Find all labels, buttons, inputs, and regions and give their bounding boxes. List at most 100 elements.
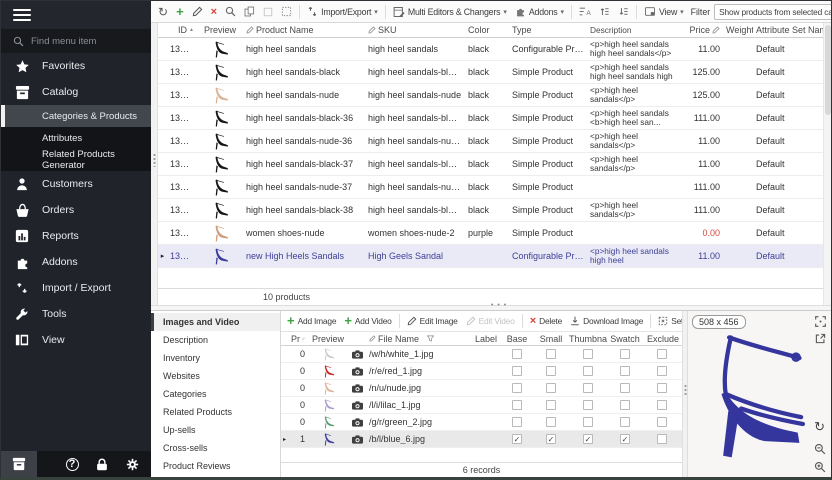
thumbnail-checkbox[interactable]: ✓ bbox=[583, 434, 593, 444]
col-color[interactable]: Color bbox=[465, 25, 509, 35]
import-export-button[interactable]: Import/Export▾ bbox=[304, 4, 381, 19]
col-price[interactable]: Price bbox=[679, 25, 723, 35]
detail-tab[interactable]: Websites bbox=[151, 367, 280, 385]
view-button[interactable]: View▾ bbox=[641, 4, 687, 19]
catalog-submenu-item[interactable]: Related Products Generator bbox=[1, 149, 151, 171]
thumbnail-checkbox[interactable] bbox=[583, 366, 593, 376]
col-description[interactable]: Description bbox=[587, 26, 679, 35]
refresh-button[interactable]: ↻ bbox=[155, 5, 171, 19]
product-row[interactable]: 13738 high heel sandals-black-37 high he… bbox=[158, 153, 823, 176]
lock-icon[interactable] bbox=[87, 451, 117, 477]
product-row[interactable]: 13736 high heel sandals-black-36 high he… bbox=[158, 107, 823, 130]
col-attribute-set[interactable]: Attribute Set Name bbox=[753, 25, 823, 35]
image-row[interactable]: 0 /l/i/lilac_1.jpg bbox=[281, 397, 682, 414]
sidebar-item-view[interactable]: View bbox=[1, 327, 151, 353]
swatch-checkbox[interactable]: ✓ bbox=[620, 434, 630, 444]
grid-left-splitter[interactable] bbox=[151, 23, 158, 305]
detail-tab[interactable]: Cross-sells bbox=[151, 439, 280, 457]
delete-image-button[interactable]: ×Delete bbox=[527, 314, 565, 328]
image-row[interactable]: 0 /g/r/green_2.jpg bbox=[281, 414, 682, 431]
sidebar-item-catalog[interactable]: Catalog bbox=[1, 79, 151, 105]
collapse-rows-button[interactable] bbox=[615, 4, 632, 19]
menu-search-input[interactable] bbox=[31, 36, 131, 47]
sidebar-item-favorites[interactable]: Favorites bbox=[1, 53, 151, 79]
product-row[interactable]: 13739 high heel sandals-nude-37 high hee… bbox=[158, 176, 823, 199]
image-row[interactable]: ▸ 1 /b/l/blue_6.jpg ✓ ✓ bbox=[281, 431, 682, 448]
sidebar-item-customers[interactable]: Customers bbox=[1, 171, 151, 197]
catalog-submenu-item[interactable]: Attributes bbox=[1, 127, 151, 149]
small-checkbox[interactable] bbox=[546, 366, 556, 376]
image-row[interactable]: 0 /r/e/red_1.jpg bbox=[281, 363, 682, 380]
sidebar-item-orders[interactable]: Orders bbox=[1, 197, 151, 223]
exclude-checkbox[interactable] bbox=[657, 434, 667, 444]
menu-icon[interactable] bbox=[13, 6, 31, 24]
set-resize-rule-button[interactable]: Set Resize Rule bbox=[655, 314, 682, 328]
col-weight[interactable]: Weight bbox=[723, 25, 753, 35]
help-icon[interactable]: ? bbox=[57, 451, 87, 477]
image-row[interactable]: 0 /n/u/nude.jpg bbox=[281, 380, 682, 397]
base-checkbox[interactable] bbox=[512, 417, 522, 427]
detail-tab[interactable]: Up-sells bbox=[151, 421, 280, 439]
thumbnail-checkbox[interactable] bbox=[583, 400, 593, 410]
col-file-name[interactable]: File Name bbox=[366, 334, 470, 344]
grid-scrollbar[interactable] bbox=[823, 23, 831, 305]
swatch-checkbox[interactable] bbox=[620, 417, 630, 427]
expand-rows-button[interactable] bbox=[596, 4, 613, 19]
product-row[interactable]: 13731 high heel sandals high heel sandal… bbox=[158, 38, 823, 61]
col-label[interactable]: Label bbox=[470, 334, 500, 344]
edit-video-button[interactable]: Edit Video bbox=[463, 314, 518, 328]
swatch-checkbox[interactable] bbox=[620, 400, 630, 410]
col-base[interactable]: Base bbox=[500, 334, 534, 344]
product-row[interactable]: 13733 high heel sandals-nude high heel s… bbox=[158, 84, 823, 107]
open-external-icon[interactable] bbox=[815, 333, 826, 344]
catalog-submenu-item[interactable]: Categories & Products bbox=[1, 105, 151, 127]
col-image-preview[interactable]: Preview bbox=[308, 334, 348, 344]
menu-search[interactable] bbox=[1, 29, 151, 53]
paste-button[interactable] bbox=[260, 5, 276, 19]
category-filter-select[interactable]: Show products from selected categories ▾ bbox=[714, 4, 831, 20]
store-icon[interactable] bbox=[1, 451, 37, 477]
exclude-checkbox[interactable] bbox=[657, 383, 667, 393]
col-small[interactable]: Small bbox=[534, 334, 568, 344]
exclude-checkbox[interactable] bbox=[657, 349, 667, 359]
add-video-button[interactable]: +Add Video bbox=[341, 314, 394, 328]
detail-tab[interactable]: Images and Video bbox=[151, 313, 280, 331]
col-thumbnail[interactable]: Thumbna bbox=[568, 334, 608, 344]
fit-screen-icon[interactable] bbox=[815, 316, 826, 327]
gear-icon[interactable] bbox=[117, 451, 147, 477]
swatch-checkbox[interactable] bbox=[620, 366, 630, 376]
product-row[interactable]: 13732 high heel sandals-black high heel … bbox=[158, 61, 823, 84]
base-checkbox[interactable]: ✓ bbox=[512, 434, 522, 444]
zoom-in-icon[interactable] bbox=[814, 461, 826, 473]
col-position[interactable]: Pr bbox=[288, 334, 308, 344]
sidebar-item-tools[interactable]: Tools bbox=[1, 301, 151, 327]
small-checkbox[interactable] bbox=[546, 383, 556, 393]
small-checkbox[interactable] bbox=[546, 400, 556, 410]
col-type[interactable]: Type bbox=[509, 25, 587, 35]
image-row[interactable]: 0 /w/h/white_1.jpg bbox=[281, 346, 682, 363]
rotate-icon[interactable]: ↻ bbox=[814, 419, 825, 435]
duplicate-button[interactable] bbox=[278, 4, 295, 19]
copy-button[interactable] bbox=[241, 4, 258, 19]
product-row[interactable]: 13740 high heel sandals-black-38 high he… bbox=[158, 199, 823, 222]
delete-product-button[interactable]: × bbox=[208, 5, 220, 19]
product-row[interactable]: 13817 women shoes-nude women shoes-nude-… bbox=[158, 222, 823, 245]
thumbnail-checkbox[interactable] bbox=[583, 383, 593, 393]
sidebar-item-import-export[interactable]: Import / Export bbox=[1, 275, 151, 301]
sidebar-item-reports[interactable]: Reports bbox=[1, 223, 151, 249]
small-checkbox[interactable] bbox=[546, 417, 556, 427]
small-checkbox[interactable] bbox=[546, 349, 556, 359]
col-id[interactable]: ID▲ bbox=[167, 25, 197, 35]
add-image-button[interactable]: +Add Image bbox=[284, 314, 339, 328]
add-product-button[interactable]: + bbox=[173, 5, 187, 19]
product-row[interactable]: ▸ 13931 new High Heels Sandals High Geel… bbox=[158, 245, 823, 268]
addons-button[interactable]: Addons▾ bbox=[512, 4, 567, 19]
small-checkbox[interactable]: ✓ bbox=[546, 434, 556, 444]
detail-tab[interactable]: Categories bbox=[151, 385, 280, 403]
thumbnail-checkbox[interactable] bbox=[583, 349, 593, 359]
swatch-checkbox[interactable] bbox=[620, 349, 630, 359]
edit-product-button[interactable] bbox=[189, 4, 206, 19]
base-checkbox[interactable] bbox=[512, 366, 522, 376]
base-checkbox[interactable] bbox=[512, 400, 522, 410]
col-product-name[interactable]: Product Name bbox=[243, 25, 365, 35]
